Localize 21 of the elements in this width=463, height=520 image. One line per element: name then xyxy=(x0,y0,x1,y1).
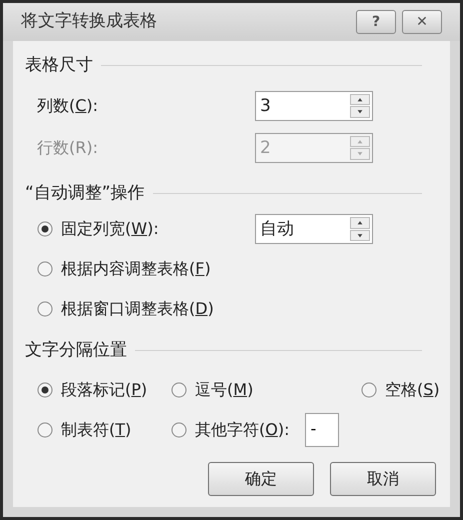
ok-button[interactable]: 确定 xyxy=(208,462,314,496)
window-title: 将文字转换成表格 xyxy=(21,10,158,34)
option-label: 固定列宽(W): xyxy=(61,218,159,240)
option-label: 列数(C): xyxy=(37,96,98,114)
close-button[interactable]: ✕ xyxy=(402,10,442,34)
character-field[interactable]: - xyxy=(305,412,340,446)
spin-field[interactable]: 自动 xyxy=(255,214,373,244)
option-label: 其他字符(O): xyxy=(195,418,290,440)
option-label: 根据窗口调整表格(D) xyxy=(61,298,214,320)
option-label: 段落标记(P) xyxy=(61,378,148,400)
cancel-button[interactable]: 取消 xyxy=(330,462,436,496)
option-label: 逗号(M) xyxy=(195,378,254,400)
option-label: 空格(S) xyxy=(385,378,440,400)
option-label: 根据内容调整表格(F) xyxy=(61,258,211,280)
option-label: 制表符(T) xyxy=(61,418,132,440)
group-heading: 文字分隔位置 xyxy=(25,339,127,362)
option-label: 行数(R): xyxy=(37,138,98,156)
group-heading: “自动调整”操作 xyxy=(25,182,145,204)
help-button[interactable]: ? xyxy=(356,10,396,34)
group-heading: 表格尺寸 xyxy=(25,54,93,77)
spin-field[interactable]: 3 xyxy=(255,90,373,120)
